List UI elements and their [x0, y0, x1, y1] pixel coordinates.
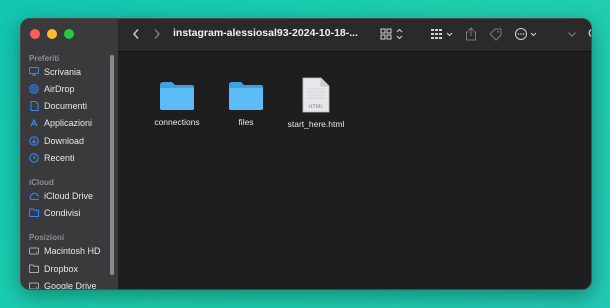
sidebar-item-google-drive[interactable]: Google Drive [29, 278, 97, 290]
document-icon [29, 100, 39, 111]
sidebar-item-documenti[interactable]: Documenti [29, 98, 87, 113]
sidebar-item-icloud-drive[interactable]: iCloud Drive [29, 188, 93, 203]
file-type-badge: HTML [309, 104, 324, 110]
search-icon [588, 29, 591, 37]
sidebar-item-label: Condivisi [44, 207, 81, 218]
desktop-icon [29, 67, 39, 77]
applications-icon [29, 118, 39, 128]
file-name: start_here.html [287, 119, 345, 129]
window-title: instagram-alessiosal93-2024-10-18-... [173, 27, 359, 39]
sidebar: Preferiti Scrivania AirDrop Documenti Ap… [21, 19, 118, 289]
file-item-files[interactable]: files [211, 79, 281, 127]
search-button[interactable] [587, 26, 591, 42]
disk-icon [29, 281, 39, 289]
sidebar-item-label: iCloud Drive [44, 190, 94, 201]
folder-icon [229, 82, 263, 110]
sidebar-item-macintosh-hd[interactable]: Macintosh HD [29, 243, 101, 258]
group-icon [431, 29, 453, 39]
sidebar-item-label: Documenti [44, 100, 88, 111]
window-controls [30, 29, 74, 39]
chevron-right-icon [154, 29, 160, 39]
minimize-button[interactable] [47, 29, 57, 39]
folder-icon [160, 82, 194, 110]
file-item-start-here[interactable]: HTML start_here.html [281, 77, 351, 129]
tag-icon [488, 28, 501, 41]
tag-button[interactable] [488, 26, 502, 42]
sidebar-item-airdrop[interactable]: AirDrop [29, 81, 75, 96]
share-icon [466, 27, 476, 41]
file-name: connections [154, 117, 200, 127]
more-actions-button[interactable] [514, 26, 540, 42]
ellipsis-circle-icon [515, 28, 537, 40]
sidebar-section-favorites: Preferiti [29, 54, 60, 63]
group-button[interactable] [430, 26, 456, 42]
disk-icon [29, 246, 39, 256]
zoom-button[interactable] [64, 29, 74, 39]
finder-window: Preferiti Scrivania AirDrop Documenti Ap… [20, 18, 592, 290]
download-icon [29, 135, 39, 146]
sidebar-item-dropbox[interactable]: Dropbox [29, 261, 78, 276]
sidebar-item-applicazioni[interactable]: Applicazioni [29, 115, 92, 130]
chevron-down-icon [568, 32, 576, 37]
clock-icon [29, 152, 39, 163]
sidebar-item-label: Dropbox [44, 263, 79, 274]
folder-icon [29, 264, 39, 274]
cloud-icon [29, 191, 39, 201]
sidebar-item-label: Applicazioni [44, 117, 93, 128]
file-area: connections files HTML start_here.html [118, 52, 591, 289]
sidebar-item-label: Macintosh HD [44, 245, 101, 256]
view-mode-button[interactable] [380, 26, 406, 42]
sidebar-item-label: Download [44, 135, 85, 146]
sidebar-item-label: Google Drive [44, 280, 97, 290]
grid-view-icon [380, 28, 403, 40]
sidebar-section-locations: Posizioni [29, 233, 65, 242]
share-button[interactable] [464, 26, 478, 42]
sidebar-item-condivisi[interactable]: Condivisi [29, 205, 81, 220]
chevron-left-icon [133, 29, 139, 39]
sidebar-item-download[interactable]: Download [29, 133, 84, 148]
airdrop-icon [29, 83, 39, 94]
close-button[interactable] [30, 29, 40, 39]
sidebar-item-label: Recenti [44, 152, 75, 163]
sidebar-item-scrivania[interactable]: Scrivania [29, 64, 81, 79]
sidebar-item-recenti[interactable]: Recenti [29, 150, 75, 165]
forward-button[interactable] [151, 26, 163, 42]
back-button[interactable] [130, 26, 142, 42]
sidebar-item-label: AirDrop [44, 83, 75, 94]
sidebar-item-label: Scrivania [44, 66, 82, 77]
expand-toolbar-button[interactable] [566, 26, 578, 42]
sidebar-section-icloud: iCloud [29, 178, 54, 187]
file-item-connections[interactable]: connections [142, 79, 212, 127]
html-file-icon: HTML [302, 77, 330, 113]
sidebar-scrollbar[interactable] [110, 55, 114, 275]
file-name: files [238, 117, 254, 127]
toolbar: instagram-alessiosal93-2024-10-18-... [118, 19, 591, 52]
shared-folder-icon [29, 208, 39, 218]
